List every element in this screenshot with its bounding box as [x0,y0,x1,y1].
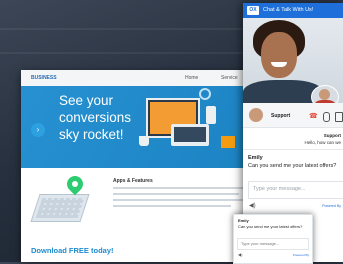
mini-speaker-icon[interactable]: ◀) [238,252,242,257]
chat-footer: ◀) Powered By [243,201,343,211]
keyboard-illustration [30,194,90,222]
mini-user-message: Can you send me your latest offers? [238,224,303,229]
divider [243,149,343,150]
call-controls: Support ☎ [243,103,343,128]
camera-icon[interactable] [335,112,343,122]
user-message: Can you send me your latest offers? [248,163,337,169]
chat-title: Chat & Talk With Us! [263,7,314,13]
powered-by-link[interactable]: Powered By [322,204,341,208]
text-line [113,205,231,207]
mini-message-input-box [237,238,309,250]
chat-header[interactable]: OX Chat & Talk With Us! [243,3,343,18]
chevron-right-icon[interactable]: › [31,123,45,137]
hero-title: See your conversions sky rocket! [59,93,132,142]
nav-link-services[interactable]: Service [221,75,238,81]
agent-smile [271,62,287,67]
text-line [113,199,243,201]
agent-avatar [249,108,263,122]
hero-banner: › See your conversions sky rocket! [21,86,253,168]
gear-icon [199,88,211,100]
download-link[interactable]: Download FREE today! [31,246,114,255]
text-line [113,187,243,189]
hangup-icon[interactable]: ☎ [309,113,318,120]
microphone-icon[interactable] [323,112,330,122]
user-sender: Emily [248,155,263,161]
phone-illustration [206,106,216,124]
speaker-icon[interactable]: ◀) [249,203,256,209]
website-navbar: BUSINESS Home Service [21,70,253,87]
agent-face [261,32,297,78]
box-illustration [221,136,235,148]
website-logo[interactable]: BUSINESS [31,75,57,81]
chat-logo: OX [247,6,259,15]
features-section: Apps & Features Download FREE today! [21,168,253,262]
mini-user-sender: Emily [238,218,249,223]
mini-powered-by-link[interactable]: Powered By [293,253,309,257]
text-line [113,193,239,195]
desktop-background: { "website": { "logo": "BUSINESS", "nav"… [0,0,343,264]
nav-link-home[interactable]: Home [185,75,198,81]
features-heading: Apps & Features [113,178,153,184]
message-input-box [248,181,343,199]
message-input[interactable] [253,186,333,192]
map-pin-icon [63,172,87,196]
support-sender: Support [323,133,341,138]
cup-illustration [139,136,149,146]
support-message: Hello, how can we [304,140,341,145]
laptop-illustration [171,124,209,146]
website-preview: BUSINESS Home Service › See your convers… [21,70,253,262]
agent-video [243,18,343,110]
agent-label: Support [271,113,291,119]
mini-message-input[interactable] [241,241,301,246]
mobile-chat-preview: Emily Can you send me your latest offers… [233,214,313,264]
